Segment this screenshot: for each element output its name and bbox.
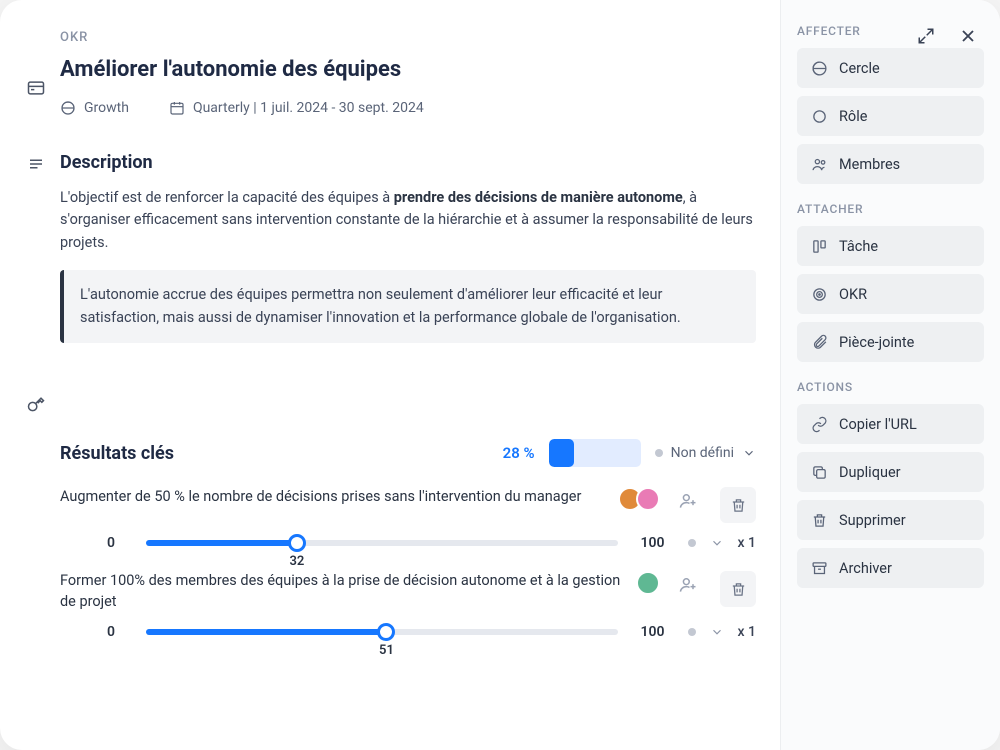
status-label: Non défini: [671, 445, 734, 461]
sidebar-item-label: Dupliquer: [839, 464, 901, 481]
clip-icon: [810, 333, 828, 351]
kr-avatars: [618, 487, 660, 511]
slider-value: 32: [289, 554, 304, 569]
period-label: Quarterly | 1 juil. 2024 - 30 sept. 2024: [193, 100, 424, 116]
period-meta[interactable]: Quarterly | 1 juil. 2024 - 30 sept. 2024: [169, 100, 424, 116]
sidebar-item-label: Rôle: [839, 108, 867, 125]
results-heading: Résultats clés: [60, 443, 174, 464]
sidebar-item-label: Copier l'URL: [839, 416, 917, 433]
delete-button[interactable]: [720, 571, 756, 607]
slider[interactable]: 32: [146, 540, 618, 546]
sidebar-item-actions-0[interactable]: Copier l'URL: [797, 404, 984, 444]
kr-multiplier: x 1: [738, 624, 756, 640]
description-body: L'objectif est de renforcer la capacité …: [60, 187, 756, 254]
card-icon: [24, 30, 48, 98]
archive-icon: [810, 559, 828, 577]
status-dropdown[interactable]: Non défini: [655, 445, 756, 461]
okr-detail-window: OKR Améliorer l'autonomie des équipes Gr…: [0, 0, 1000, 750]
sidebar-item-label: Tâche: [839, 238, 878, 255]
kr-label: Former 100% des membres des équipes à la…: [60, 571, 626, 612]
slider-min: 0: [96, 624, 126, 640]
kr-multiplier: x 1: [738, 535, 756, 551]
sidebar-item-attacher-1[interactable]: OKR: [797, 274, 984, 314]
add-member-button[interactable]: [674, 571, 702, 599]
key-result-0: Augmenter de 50 % le nombre de décisions…: [60, 487, 756, 551]
sidebar-item-label: OKR: [839, 286, 867, 303]
add-member-button[interactable]: [674, 487, 702, 515]
key-results-icon: [24, 391, 48, 414]
slider-max: 100: [638, 535, 668, 551]
members-icon: [810, 155, 828, 173]
sidebar-item-label: Cercle: [839, 60, 880, 77]
slider-max: 100: [638, 624, 668, 640]
task-icon: [810, 237, 828, 255]
avatar: [636, 487, 660, 511]
chevron-down-icon: [742, 446, 756, 460]
kr-avatars: [636, 571, 660, 595]
actions-section-label: ACTIONS: [797, 380, 984, 394]
meta-row: Growth Quarterly | 1 juil. 2024 - 30 sep…: [60, 100, 756, 116]
window-controls: [916, 26, 978, 46]
avatar: [636, 571, 660, 595]
close-icon[interactable]: [958, 26, 978, 46]
slider-min: 0: [96, 535, 126, 551]
expand-icon[interactable]: [916, 26, 936, 46]
trash-icon: [810, 511, 828, 529]
sidebar-item-attacher-0[interactable]: Tâche: [797, 226, 984, 266]
sidebar-item-actions-1[interactable]: Dupliquer: [797, 452, 984, 492]
sidebar-item-actions-3[interactable]: Archiver: [797, 548, 984, 588]
kicker: OKR: [60, 30, 756, 45]
kr-status-dot: [688, 539, 696, 547]
main-content: OKR Améliorer l'autonomie des équipes Gr…: [0, 0, 780, 750]
page-title: Améliorer l'autonomie des équipes: [60, 57, 756, 82]
attacher-section-label: ATTACHER: [797, 202, 984, 216]
kr-label: Augmenter de 50 % le nombre de décisions…: [60, 487, 608, 507]
sidebar-item-label: Archiver: [839, 560, 892, 577]
sidebar-item-affecter-2[interactable]: Membres: [797, 144, 984, 184]
sidebar: AFFECTER CercleRôleMembres ATTACHER Tâch…: [780, 0, 1000, 750]
sidebar-item-attacher-2[interactable]: Pièce-jointe: [797, 322, 984, 362]
kr-status-dropdown[interactable]: [710, 536, 724, 550]
kr-status-dot: [688, 628, 696, 636]
circle-meta[interactable]: Growth: [60, 100, 129, 116]
delete-button[interactable]: [720, 487, 756, 523]
sidebar-item-label: Supprimer: [839, 512, 906, 529]
status-dot: [655, 449, 663, 457]
duplicate-icon: [810, 463, 828, 481]
sidebar-item-affecter-1[interactable]: Rôle: [797, 96, 984, 136]
sidebar-item-affecter-0[interactable]: Cercle: [797, 48, 984, 88]
sidebar-item-label: Pièce-jointe: [839, 334, 914, 351]
circle-group-icon: [810, 59, 828, 77]
okr-icon: [810, 285, 828, 303]
sidebar-item-label: Membres: [839, 156, 900, 173]
circle-icon: [60, 100, 76, 116]
description-heading: Description: [60, 152, 756, 173]
description-section-icon: [24, 152, 48, 173]
ring-icon: [810, 107, 828, 125]
key-result-1: Former 100% des membres des équipes à la…: [60, 571, 756, 640]
link-icon: [810, 415, 828, 433]
description-highlight: L'autonomie accrue des équipes permettra…: [60, 270, 756, 343]
calendar-icon: [169, 100, 185, 116]
overall-percent: 28 %: [503, 444, 535, 462]
overall-progress-bar: [549, 439, 641, 467]
circle-label: Growth: [84, 100, 129, 116]
slider[interactable]: 51: [146, 629, 618, 635]
sidebar-item-actions-2[interactable]: Supprimer: [797, 500, 984, 540]
kr-status-dropdown[interactable]: [710, 625, 724, 639]
slider-value: 51: [379, 643, 394, 658]
